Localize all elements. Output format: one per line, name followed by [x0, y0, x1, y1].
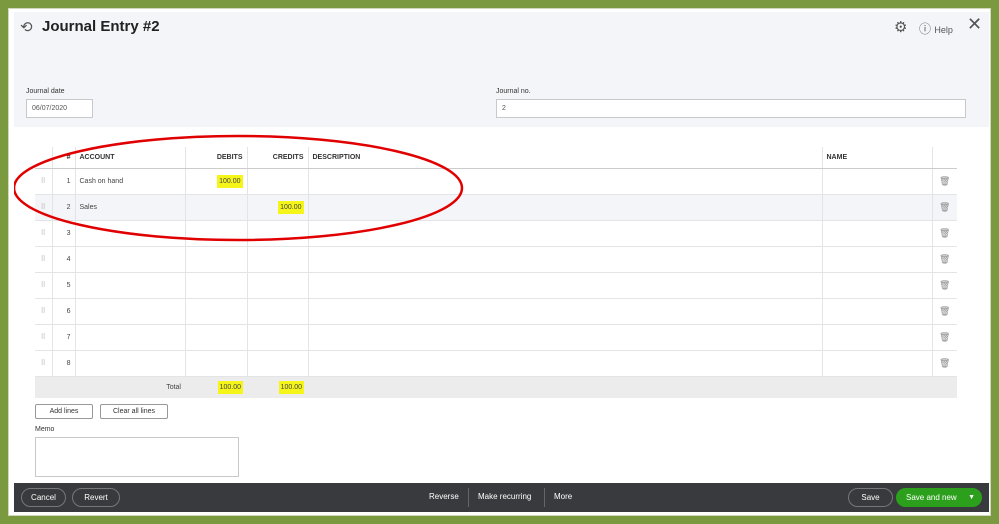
name-cell[interactable]	[821, 324, 932, 351]
footer-bar: Cancel Revert Reverse Make recurring Mor…	[14, 483, 989, 512]
trash-icon[interactable]: 🗑	[931, 350, 957, 377]
total-credit: 100.00	[278, 380, 304, 394]
revert-button[interactable]: Revert	[72, 488, 120, 507]
cancel-button[interactable]: Cancel	[21, 488, 66, 507]
red-annotation-ellipse	[14, 134, 464, 242]
dropdown-arrow-icon[interactable]: ▼	[968, 489, 975, 506]
line-number: 8	[51, 350, 75, 377]
clear-all-lines-button[interactable]: Clear all lines	[100, 404, 168, 419]
memo-input[interactable]	[35, 437, 239, 477]
account-cell[interactable]	[74, 350, 185, 377]
line-number: 7	[51, 324, 75, 351]
make-recurring-link[interactable]: Make recurring	[478, 492, 531, 501]
memo-label: Memo	[35, 426, 55, 433]
total-label: Total	[75, 376, 185, 398]
journal-entry-window: ⟲ Journal Entry #2 ⚙ ⓘ Help ✕ Journal da…	[14, 12, 989, 512]
name-cell[interactable]	[821, 350, 932, 377]
trash-icon[interactable]: 🗑	[931, 324, 957, 351]
description-cell[interactable]	[307, 350, 822, 377]
divider	[468, 488, 469, 507]
table-row: ⠿ 8 🗑	[35, 350, 957, 377]
description-cell[interactable]	[307, 324, 822, 351]
drag-handle-icon[interactable]: ⠿	[35, 350, 52, 377]
save-and-new-label: Save and new	[906, 493, 957, 502]
credit-cell[interactable]	[246, 324, 308, 351]
add-lines-button[interactable]: Add lines	[35, 404, 93, 419]
reverse-link[interactable]: Reverse	[429, 492, 459, 501]
save-button[interactable]: Save	[848, 488, 893, 507]
table-row: ⠿ 7 🗑	[35, 324, 957, 351]
drag-handle-icon[interactable]: ⠿	[35, 324, 52, 351]
total-debit: 100.00	[217, 380, 243, 394]
save-and-new-button[interactable]: Save and new ▼	[896, 488, 982, 507]
debit-cell[interactable]	[184, 324, 247, 351]
account-cell[interactable]	[74, 324, 185, 351]
debit-cell[interactable]	[184, 350, 247, 377]
divider	[544, 488, 545, 507]
total-row: Total 100.00 100.00	[35, 376, 957, 398]
credit-cell[interactable]	[246, 350, 308, 377]
more-link[interactable]: More	[554, 492, 572, 501]
